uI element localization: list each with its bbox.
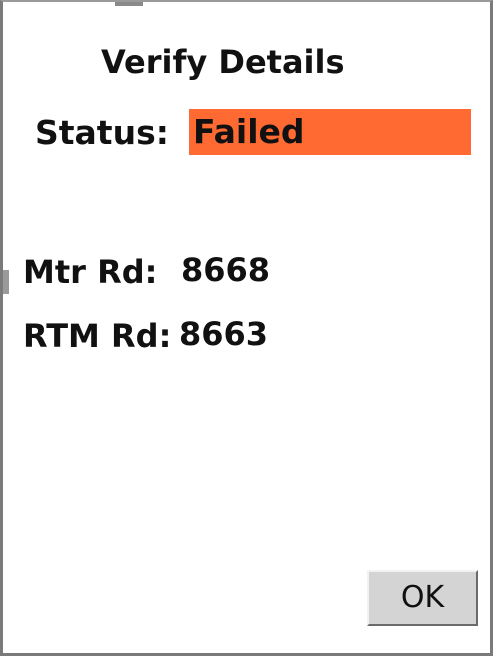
- rtm-reading-value: 8663: [179, 315, 269, 353]
- dialog-title: Verify Details: [101, 43, 345, 81]
- window-edge-tick: [3, 270, 9, 294]
- window-edge-notch: [115, 2, 143, 6]
- meter-reading-label: Mtr Rd:: [23, 253, 158, 291]
- ok-button[interactable]: OK: [367, 570, 478, 626]
- status-value-badge: Failed: [189, 109, 471, 155]
- rtm-reading-label: RTM Rd:: [23, 317, 172, 355]
- meter-reading-value: 8668: [181, 251, 271, 289]
- verify-details-dialog: Verify Details Status: Failed Mtr Rd: 86…: [0, 0, 493, 656]
- status-label: Status:: [35, 113, 169, 152]
